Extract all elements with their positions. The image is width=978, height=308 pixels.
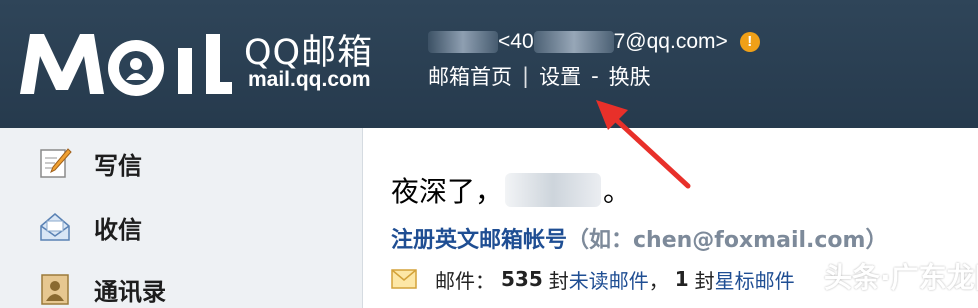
mail-logo[interactable] <box>18 24 238 104</box>
skin-link[interactable]: 换肤 <box>609 61 651 91</box>
sidebar: 写信 收信 通讯录 <box>0 128 363 308</box>
mail-summary: 邮件： 535 封 未读邮件 ， 1 封 星标邮件 <box>391 264 795 294</box>
mail-label: 邮件： <box>435 268 495 293</box>
mail-count: 535 <box>501 267 543 291</box>
sidebar-item-label: 写信 <box>94 151 142 180</box>
nav-separator: | <box>522 64 530 88</box>
redacted-name <box>428 31 498 53</box>
star-unit: 封 <box>694 268 715 293</box>
starred-mail-link[interactable]: 星标邮件 <box>715 265 795 294</box>
mail-unit: 封 <box>548 268 569 293</box>
redacted-username <box>505 173 602 207</box>
star-count: 1 <box>674 267 689 291</box>
mail-separator: ， <box>648 268 669 293</box>
unread-mail-link[interactable]: 未读邮件 <box>569 265 649 294</box>
nav-dash: - <box>591 64 599 88</box>
header-bar: QQ邮箱 mail.qq.com <40 7@qq.com> ! 邮箱首页 | … <box>0 0 978 128</box>
pencil-icon <box>40 148 72 178</box>
contacts-icon <box>41 274 69 305</box>
mailbox-home-link[interactable]: 邮箱首页 <box>428 61 512 91</box>
account-email-start: <40 <box>498 30 534 53</box>
top-navigation: 邮箱首页 | 设置 - 换肤 <box>428 62 651 90</box>
sidebar-item-label: 收信 <box>94 215 142 244</box>
greeting-prefix: 夜深了， <box>391 175 504 208</box>
register-hint: （如：chen@foxmail.com） <box>567 228 888 253</box>
account-info: <40 7@qq.com> ! <box>428 28 760 56</box>
annotation-arrow <box>596 100 691 189</box>
redacted-email-part <box>533 31 614 53</box>
settings-link[interactable]: 设置 <box>539 61 581 91</box>
account-email-end: 7@qq.com> <box>613 30 728 53</box>
brand-url: mail.qq.com <box>248 68 371 91</box>
sidebar-item-inbox[interactable]: 收信 <box>38 210 142 244</box>
sidebar-item-label: 通讯录 <box>94 277 166 306</box>
envelope-icon <box>391 269 417 289</box>
sidebar-item-compose[interactable]: 写信 <box>38 146 142 180</box>
sidebar-item-contacts[interactable]: 通讯录 <box>38 272 166 306</box>
register-english-account: 注册英文邮箱帐号（如：chen@foxmail.com） <box>391 222 887 254</box>
register-english-link[interactable]: 注册英文邮箱帐号 <box>391 228 567 253</box>
inbox-icon <box>40 213 70 241</box>
warning-icon[interactable]: ! <box>739 32 760 52</box>
watermark-text: 头条·广东龙网 <box>824 261 978 294</box>
